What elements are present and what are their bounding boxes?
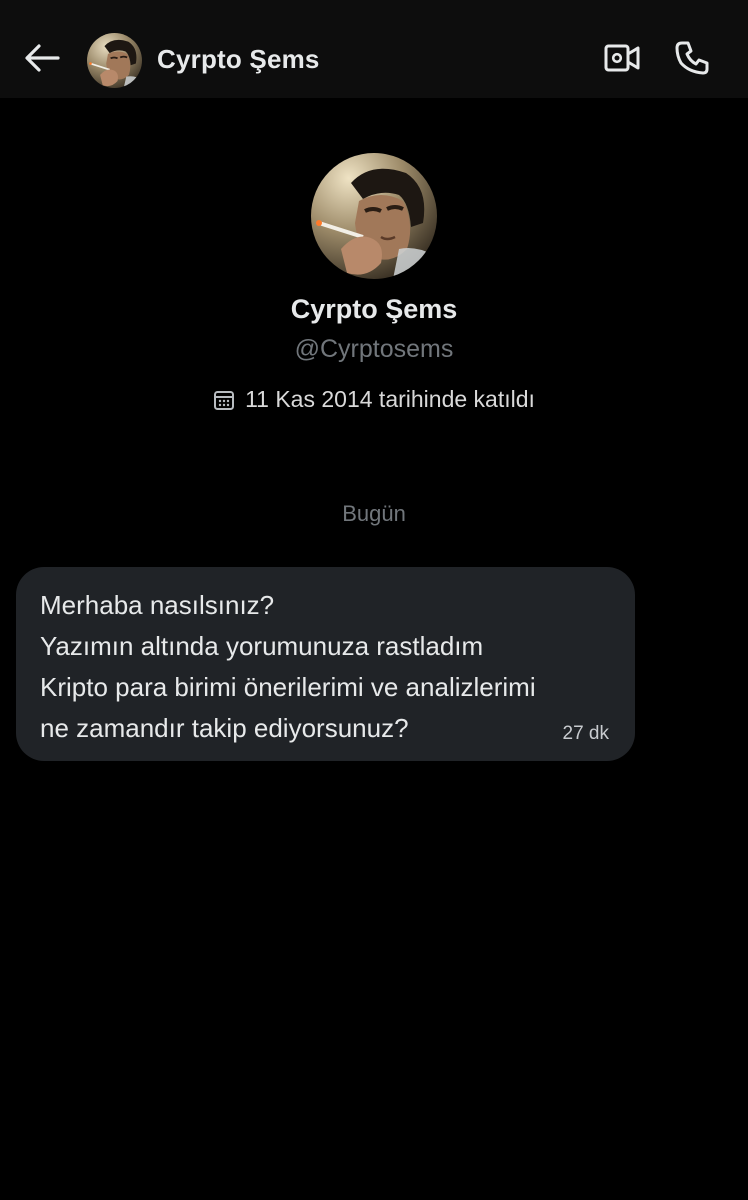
profile-handle: @Cyrptosems	[294, 335, 454, 363]
message-line: Merhaba nasılsınız?	[40, 590, 275, 620]
message-line: ne zamandır takip ediyorsunuz?	[40, 713, 409, 743]
back-button[interactable]	[22, 40, 62, 80]
conversation-header: Cyrpto Şems	[0, 0, 748, 98]
joined-date: 11 Kas 2014 tarihinde katıldı	[0, 386, 748, 413]
profile-name[interactable]: Cyrpto Şems	[0, 294, 748, 325]
joined-text: 11 Kas 2014 tarihinde katıldı	[245, 386, 535, 412]
video-camera-icon	[603, 42, 641, 79]
message-bubble[interactable]: Merhaba nasılsınız? Yazımın altında yoru…	[16, 567, 635, 761]
avatar-image	[87, 33, 142, 88]
phone-call-button[interactable]	[670, 38, 714, 82]
day-separator: Bugün	[342, 501, 406, 526]
profile-avatar[interactable]	[311, 153, 437, 279]
calendar-icon	[213, 389, 235, 411]
phone-icon	[673, 39, 711, 82]
message-line: Kripto para birimi önerilerimi ve analiz…	[40, 672, 536, 702]
message-text: Merhaba nasılsınız? Yazımın altında yoru…	[40, 585, 536, 749]
header-title[interactable]: Cyrpto Şems	[157, 44, 320, 75]
message-timestamp: 27 dk	[562, 723, 609, 744]
arrow-left-icon	[24, 43, 60, 78]
message-line: Yazımın altında yorumunuza rastladım	[40, 631, 484, 661]
dm-screen: Cyrpto Şems Cyrpto Şems @Cyrptosems 11 K…	[0, 0, 748, 1200]
video-call-button[interactable]	[600, 40, 644, 80]
avatar-image	[311, 153, 437, 279]
header-avatar[interactable]	[87, 33, 142, 88]
